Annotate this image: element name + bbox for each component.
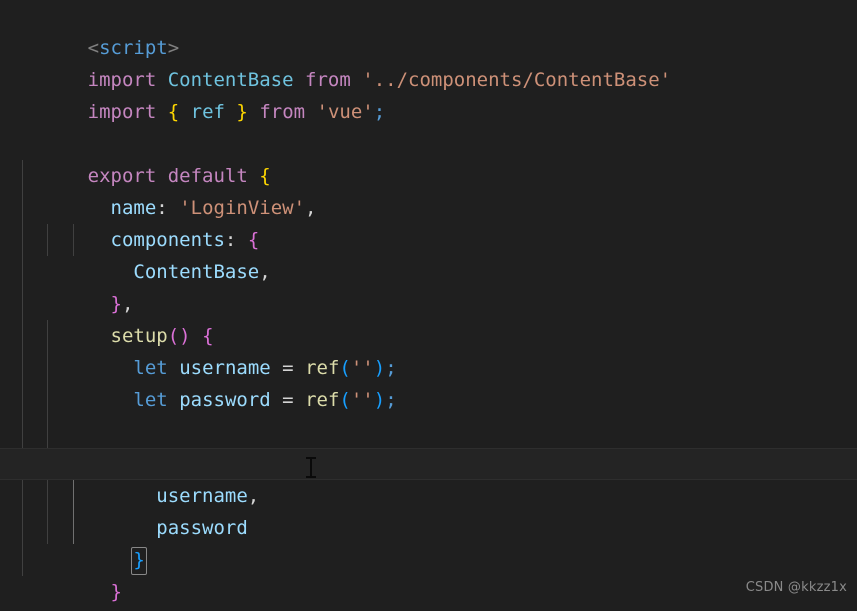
- code-line[interactable]: <script>: [0, 0, 857, 59]
- code-line[interactable]: components: {: [0, 192, 857, 251]
- code-line[interactable]: return {: [0, 416, 857, 479]
- code-line[interactable]: export default {: [0, 128, 857, 187]
- code-line[interactable]: let username = ref('');: [0, 320, 857, 379]
- code-line[interactable]: import ContentBase from '../components/C…: [0, 32, 857, 91]
- code-line[interactable]: },: [0, 256, 857, 315]
- code-line[interactable]: name: 'LoginView',: [0, 160, 857, 219]
- code-content[interactable]: <script> import ContentBase from '../com…: [0, 0, 857, 611]
- code-line[interactable]: }: [0, 512, 857, 575]
- watermark: CSDN @kkzz1x: [745, 580, 847, 595]
- code-line[interactable]: import { ref } from 'vue';: [0, 64, 857, 123]
- code-line[interactable]: }: [0, 576, 857, 608]
- code-line[interactable]: }: [0, 544, 857, 603]
- code-line[interactable]: setup() {: [0, 288, 857, 347]
- code-line-blank[interactable]: [0, 384, 857, 416]
- code-editor[interactable]: <script> import ContentBase from '../com…: [0, 0, 857, 611]
- code-line[interactable]: let password = ref('');: [0, 352, 857, 411]
- code-line[interactable]: ContentBase,: [0, 224, 857, 283]
- code-line-blank[interactable]: [0, 96, 857, 128]
- code-line[interactable]: password: [0, 480, 857, 539]
- code-line-active[interactable]: username,: [0, 448, 857, 507]
